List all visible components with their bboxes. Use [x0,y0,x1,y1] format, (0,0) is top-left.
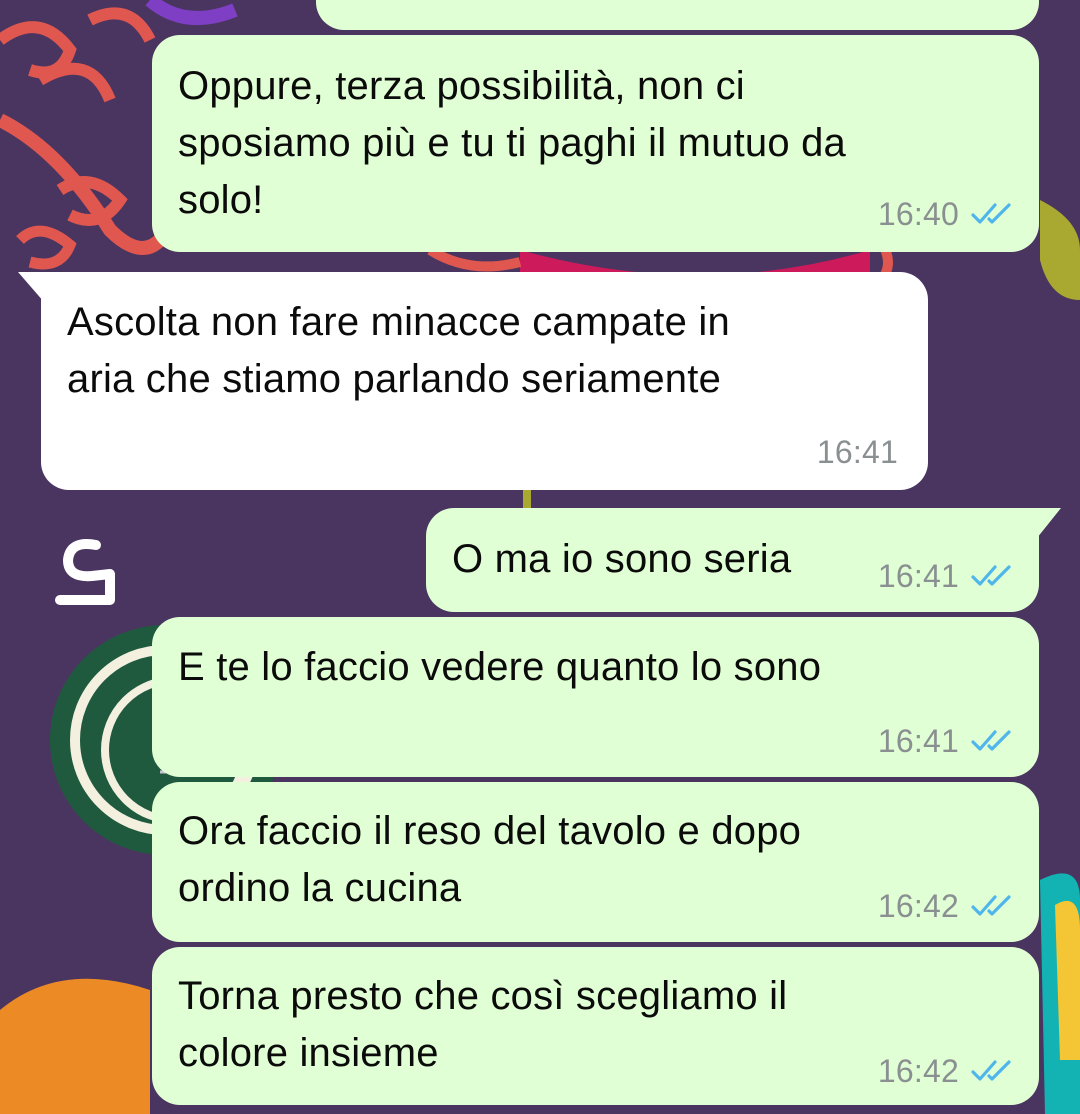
message-bubble-outgoing[interactable]: Oppure, terza possibilità, non ci sposia… [152,35,1039,252]
double-check-icon [971,203,1011,224]
message-text: Oppure, terza possibilità, non ci sposia… [178,64,846,222]
bubble-tail [18,272,44,302]
message-time: 16:41 [877,558,959,594]
message-text: O ma io sono seria [452,537,792,581]
double-check-icon [971,1060,1011,1081]
double-check-icon [971,565,1011,586]
message-bubble-incoming[interactable]: Ascolta non fare minacce campate in aria… [41,272,928,490]
message-meta: 16:42 [878,890,1013,922]
message-bubble-outgoing[interactable]: Torna presto che così scegliamo il color… [152,947,1039,1105]
message-text: Ascolta non fare minacce campate in aria… [67,300,730,401]
message-text: E te lo faccio vedere quanto lo sono [178,645,822,689]
message-time: 16:41 [816,434,898,470]
message-meta: 16:41 [817,436,898,468]
message-time: 16:42 [877,888,959,924]
double-check-icon [971,895,1011,916]
bubble-tail [1037,508,1061,538]
message-meta: 16:41 [878,560,1013,592]
message-text: Ora faccio il reso del tavolo e dopo ord… [178,809,802,910]
message-bubble-outgoing[interactable]: E te lo faccio vedere quanto lo sono 16:… [152,617,1039,777]
message-time: 16:41 [877,723,959,759]
message-time: 16:42 [877,1053,959,1089]
double-check-icon [971,730,1011,751]
message-meta: 16:42 [878,1055,1013,1087]
message-bubble-outgoing-partial[interactable] [316,0,1039,30]
message-meta: 16:41 [878,725,1013,757]
message-bubble-outgoing[interactable]: Ora faccio il reso del tavolo e dopo ord… [152,782,1039,942]
message-bubble-outgoing[interactable]: O ma io sono seria 16:41 [426,508,1039,612]
message-meta: 16:40 [878,198,1013,230]
message-text: Torna presto che così scegliamo il color… [178,974,788,1075]
message-time: 16:40 [877,196,959,232]
